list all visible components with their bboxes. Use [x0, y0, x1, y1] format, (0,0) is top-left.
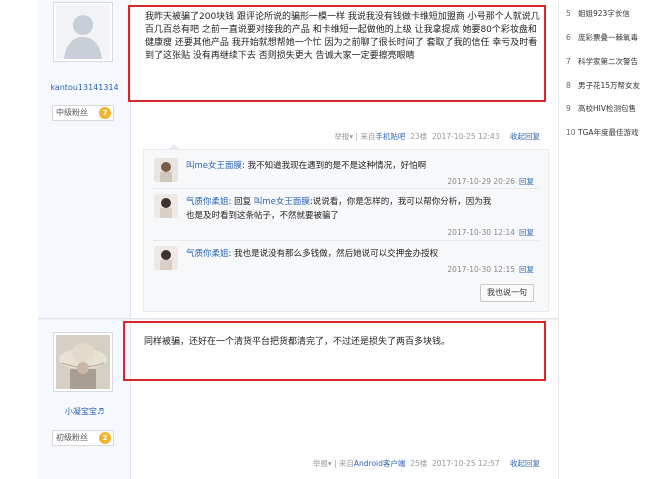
divider — [154, 240, 540, 241]
sub-replies-panel: 叫me女王面膜: 我不知道我现在遇到的是不是这种情况，好怕啊 2017-10-2… — [143, 144, 549, 312]
rank-number: 5 — [566, 9, 571, 18]
reply-link[interactable]: 回复 — [519, 228, 534, 237]
floor-number: 25楼 — [410, 459, 428, 468]
default-avatar[interactable] — [53, 2, 113, 62]
hot-topic-item[interactable]: 6 庞彩票叠一棘氧毒 — [566, 32, 650, 43]
avatar[interactable] — [53, 332, 113, 392]
sub-reply-tail: 2017-10-30 12:15 回复 — [447, 264, 534, 275]
post-time: 2017-10-25 12:57 — [432, 459, 500, 468]
post-tail: 举报▾ | 来自手机贴吧 23楼 2017-10-25 12:43 收起回复 — [334, 132, 540, 141]
avatar[interactable] — [154, 158, 178, 182]
reply-author-link[interactable]: 气质你柔姐 — [186, 197, 229, 207]
highlight-box — [123, 321, 546, 381]
sunhat-photo-avatar — [56, 335, 110, 389]
topic-title: 科学家第二次警告 — [578, 57, 638, 66]
rank-number: 7 — [566, 57, 571, 66]
rank-number: 9 — [566, 104, 571, 113]
avatar[interactable] — [154, 246, 178, 270]
reply-link[interactable]: 回复 — [519, 265, 534, 274]
rank-number: 6 — [566, 33, 571, 42]
sub-reply-text: 气质你柔姐: 我也是说没有那么多钱做，然后她说可以交押金办授权 — [186, 249, 439, 259]
username-link[interactable]: 小凝宝宝♬ — [38, 406, 131, 417]
post-time: 2017-10-25 12:43 — [432, 132, 500, 141]
fan-level-label: 中级粉丝 — [56, 108, 88, 117]
user-silhouette-icon — [56, 5, 110, 59]
say-something-button[interactable]: 我也说一句 — [480, 284, 534, 302]
reply-content: :说说看，你是怎样的，我可以帮你分析，因为我 — [309, 197, 492, 207]
topic-title: 高校HIV检测包售 — [578, 104, 636, 113]
rank-number: 10 — [566, 128, 576, 137]
topic-title: 姐姐923字长信 — [578, 9, 630, 18]
reply-prefix: 回复 — [234, 197, 252, 207]
divider — [154, 188, 540, 189]
client-link[interactable]: Android客户端 — [354, 459, 406, 468]
fan-level-label: 初级粉丝 — [56, 433, 88, 442]
chevron-down-icon: ▾ — [327, 459, 332, 468]
chevron-down-icon: ▾ — [349, 132, 354, 141]
report-link[interactable]: 举报 — [334, 132, 349, 141]
hot-topic-item[interactable]: 5 姐姐923字长信 — [566, 8, 650, 19]
avatar[interactable] — [154, 194, 178, 218]
fan-level-badge[interactable]: 中级粉丝 7 — [52, 105, 114, 121]
username-link[interactable]: kantou13141314 — [38, 83, 131, 92]
client-link[interactable]: 手机贴吧 — [375, 132, 405, 141]
highlight-box — [128, 5, 546, 102]
post-author-panel: 小凝宝宝♬ 初级粉丝 2 — [38, 320, 131, 479]
reply-to-link[interactable]: 叫me女王面膜 — [254, 197, 310, 207]
post-author-panel: kantou13141314 中级粉丝 7 — [38, 0, 131, 318]
reply-time: 2017-10-30 12:15 — [447, 265, 515, 274]
topic-title: 庞彩票叠一棘氧毒 — [578, 33, 638, 42]
level-number-icon: 2 — [99, 432, 111, 444]
from-label: 来自 — [360, 132, 376, 141]
topic-title: TGA年度最佳游戏 — [578, 128, 639, 137]
reply-content: 我也是说没有那么多钱做，然后她说可以交押金办授权 — [234, 249, 439, 259]
music-note-icon: ♬ — [96, 407, 105, 416]
level-number-icon: 7 — [99, 107, 111, 119]
hot-topic-item[interactable]: 7 科学家第二次警告 — [566, 56, 650, 67]
rank-number: 8 — [566, 81, 571, 90]
topic-title: 男子花15万帮女友 — [578, 81, 641, 90]
hot-topic-item[interactable]: 9 高校HIV检测包售 — [566, 103, 650, 114]
username-text: 小凝宝宝 — [64, 407, 97, 416]
collapse-replies-link[interactable]: 收起回复 — [510, 132, 540, 141]
reply-author-link[interactable]: 叫me女王面膜 — [186, 161, 242, 171]
fan-level-badge[interactable]: 初级粉丝 2 — [52, 430, 114, 446]
reply-link[interactable]: 回复 — [519, 177, 534, 186]
report-link[interactable]: 举报 — [313, 459, 328, 468]
post-tail: 举报▾ | 来自Android客户端 25楼 2017-10-25 12:57 … — [312, 459, 540, 468]
from-label: 来自 — [338, 459, 354, 468]
sub-reply-text: 叫me女王面膜: 我不知道我现在遇到的是不是这种情况，好怕啊 — [186, 161, 427, 171]
reply-author-link[interactable]: 气质你柔姐 — [186, 249, 229, 259]
collapse-replies-link[interactable]: 收起回复 — [510, 459, 540, 468]
tieba-thread-page: kantou13141314 中级粉丝 7 我昨天被骗了200块钱 跟评论所说的… — [0, 0, 650, 479]
reply-time: 2017-10-30 12:14 — [447, 228, 515, 237]
reply-content: 我不知道我现在遇到的是不是这种情况，好怕啊 — [247, 161, 427, 171]
hot-topic-item[interactable]: 10 TGA年度最佳游戏 — [566, 127, 650, 138]
reply-content-line2: 也是及时看到这条帖子，不然就要被骗了 — [186, 211, 340, 221]
sub-reply-tail: 2017-10-30 12:14 回复 — [447, 227, 534, 238]
hot-topic-item[interactable]: 8 男子花15万帮女友 — [566, 80, 650, 91]
reply-time: 2017-10-29 20:26 — [447, 177, 515, 186]
hot-topics-sidebar: 5 姐姐923字长信 6 庞彩票叠一棘氧毒 7 科学家第二次警告 8 男子花15万帮女友… — [558, 0, 650, 479]
sub-reply-tail: 2017-10-29 20:26 回复 — [447, 176, 534, 187]
floor-number: 23楼 — [410, 132, 428, 141]
sub-reply-text: 气质你柔姐: 回复 叫me女王面膜:说说看，你是怎样的，我可以帮你分析，因为我 … — [186, 197, 492, 221]
